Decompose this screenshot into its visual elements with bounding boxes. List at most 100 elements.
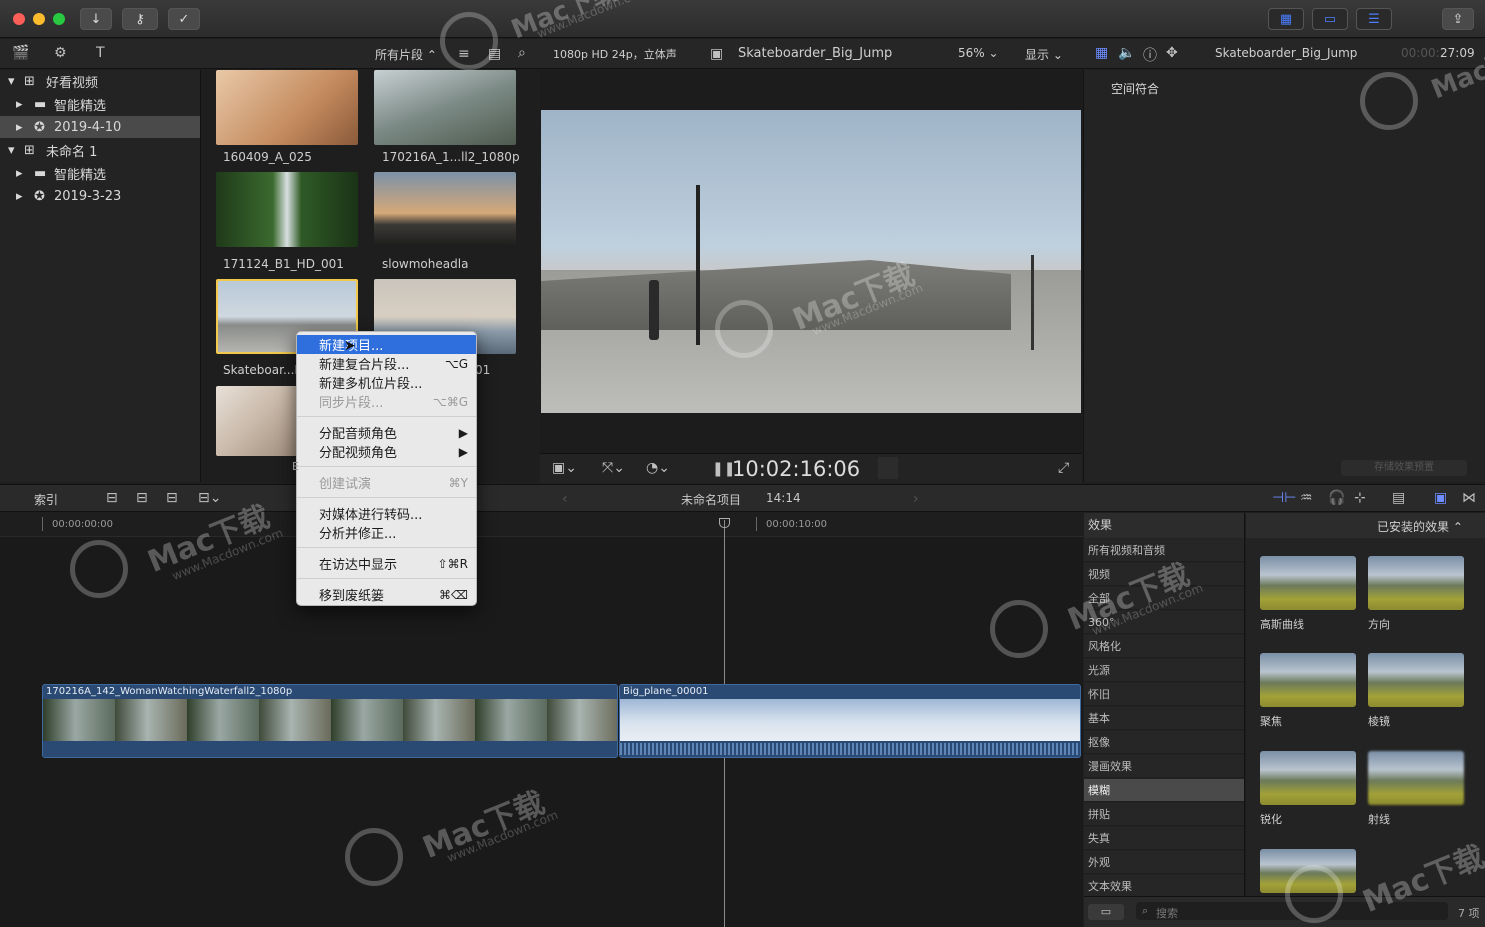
menu-item-new-project[interactable]: 新建项目...: [297, 335, 476, 354]
effect-category-item[interactable]: 风格化: [1084, 635, 1244, 658]
download-icon: ↓: [90, 11, 102, 27]
transform-tool-icon[interactable]: ⤧⌄: [602, 460, 625, 476]
library-item[interactable]: ▸ ▬ 智能精选: [0, 93, 200, 115]
background-tasks-button[interactable]: ✓: [168, 8, 200, 30]
menu-item-assign-video-roles[interactable]: 分配视频角色 ▶: [297, 442, 476, 462]
effect-thumbnail[interactable]: [1260, 653, 1356, 707]
clip-thumbnail[interactable]: [374, 70, 516, 145]
headphones-icon[interactable]: 🎧: [1328, 490, 1345, 506]
disclosure-closed-icon[interactable]: ▸: [16, 97, 34, 112]
effect-category-item[interactable]: 外观: [1084, 851, 1244, 874]
share-button[interactable]: ⇪: [1442, 8, 1474, 30]
display-dropdown[interactable]: 显示 ⌄: [1025, 46, 1063, 63]
watermark-logo: [345, 828, 403, 886]
effect-category-item[interactable]: 怀旧: [1084, 683, 1244, 706]
zoom-window-button[interactable]: [53, 13, 65, 25]
disclosure-closed-icon[interactable]: ▸: [16, 166, 34, 181]
effect-category-item[interactable]: 失真: [1084, 827, 1244, 850]
effect-category-item[interactable]: 基本: [1084, 707, 1244, 730]
connect-icon[interactable]: ⊟: [166, 490, 178, 506]
library-item[interactable]: ▾ ⊞ 未命名 1: [0, 139, 200, 161]
library-item[interactable]: ▸ ▬ 智能精选: [0, 162, 200, 184]
effect-thumbnail[interactable]: [1260, 751, 1356, 805]
effect-category-item[interactable]: 模糊: [1084, 779, 1244, 802]
video-inspector-icon[interactable]: ▦: [1095, 45, 1108, 61]
photos-audio-icon[interactable]: ⚙: [54, 45, 67, 61]
minimize-window-button[interactable]: [33, 13, 45, 25]
clip-thumbnail[interactable]: [374, 172, 516, 247]
timeline-clip[interactable]: 170216A_142_WomanWatchingWaterfall2_1080…: [42, 684, 618, 758]
disclosure-closed-icon[interactable]: ▸: [16, 189, 34, 204]
playhead-handle[interactable]: [719, 518, 730, 528]
keyword-button[interactable]: ⚷: [122, 8, 158, 30]
chevron-right-icon[interactable]: ›: [913, 491, 919, 507]
zoom-dropdown[interactable]: 56% ⌄: [958, 46, 999, 60]
clip-thumbnail[interactable]: [216, 172, 358, 247]
effect-category-item[interactable]: 漫画效果: [1084, 755, 1244, 778]
library-item[interactable]: ▸ ✪ 2019-4-10: [0, 116, 200, 138]
effect-thumbnail[interactable]: [1260, 556, 1356, 610]
show-inspector-button[interactable]: ☰: [1356, 8, 1392, 30]
menu-item-sync-clips[interactable]: 同步片段... ⌥⌘G: [297, 392, 476, 412]
chevron-left-icon[interactable]: ‹: [562, 491, 568, 507]
effect-label: 聚焦: [1260, 715, 1282, 728]
show-timeline-button[interactable]: ▭: [1312, 8, 1348, 30]
menu-item-new-compound-clip[interactable]: 新建复合片段... ⌥G: [297, 354, 476, 374]
disclosure-open-icon[interactable]: ▾: [8, 143, 24, 158]
effect-category-item[interactable]: 光源: [1084, 659, 1244, 682]
audio-skimming-icon[interactable]: ♒: [1300, 490, 1313, 506]
menu-item-assign-audio-roles[interactable]: 分配音频角色 ▶: [297, 423, 476, 443]
menu-item-create-audition[interactable]: 创建试演 ⌘Y: [297, 473, 476, 493]
close-window-button[interactable]: [13, 13, 25, 25]
clip-thumbnail[interactable]: [216, 70, 358, 145]
libraries-icon[interactable]: 🎬: [12, 45, 29, 61]
mouse-cursor-icon: ➤: [344, 338, 356, 354]
effect-category-item[interactable]: 抠像: [1084, 731, 1244, 754]
insert-icon[interactable]: ⊟: [136, 490, 148, 506]
effect-label: 射线: [1368, 813, 1390, 826]
menu-item-analyze-fix[interactable]: 分析并修正...: [297, 523, 476, 542]
info-icon[interactable]: ⓘ: [1143, 45, 1157, 65]
effect-thumbnail[interactable]: [1368, 556, 1464, 610]
installed-effects-dropdown[interactable]: 已安装的效果 ⌃: [1377, 518, 1463, 535]
save-preset-button[interactable]: 存储效果预置: [1341, 460, 1467, 476]
audio-inspector-icon[interactable]: 🔈: [1118, 45, 1135, 61]
effect-thumbnail[interactable]: [1368, 653, 1464, 707]
overwrite-icon[interactable]: ⊟⌄: [198, 490, 221, 506]
effects-browser-icon[interactable]: ▣: [1434, 490, 1447, 506]
clip-appearance-icon[interactable]: ▤: [1392, 490, 1405, 506]
menu-item-transcode-media[interactable]: 对媒体进行转码...: [297, 504, 476, 523]
menu-item-new-multicam-clip[interactable]: 新建多机位片段...: [297, 373, 476, 392]
effect-label: 棱镜: [1368, 715, 1390, 728]
transform-icon[interactable]: ✥: [1166, 45, 1178, 61]
clip-filter-dropdown[interactable]: 所有片段 ⌃: [375, 46, 437, 63]
viewer: [540, 70, 1082, 482]
menu-item-reveal-in-finder[interactable]: 在访达中显示 ⇧⌘R: [297, 554, 476, 574]
skimming-icon[interactable]: ⊣⊢: [1272, 490, 1296, 506]
menu-item-move-to-trash[interactable]: 移到废纸篓 ⌘⌫: [297, 585, 476, 605]
library-item-label: 未命名 1: [46, 144, 98, 160]
search-icon[interactable]: ⌕: [518, 45, 526, 61]
effect-category-item[interactable]: 文本效果: [1084, 875, 1244, 898]
effect-thumbnail[interactable]: [1368, 751, 1464, 805]
effect-category-item[interactable]: 拼贴: [1084, 803, 1244, 826]
library-icon: ⊞: [24, 142, 35, 158]
sidebar-toggle-icon[interactable]: ▭: [1088, 904, 1124, 920]
search-icon: ⌕: [1142, 904, 1149, 917]
snapping-icon[interactable]: ⊹: [1354, 490, 1366, 506]
speed-icon[interactable]: ◔⌄: [646, 460, 670, 476]
index-button[interactable]: 索引: [34, 491, 58, 508]
fullscreen-icon[interactable]: ⤢: [1058, 460, 1069, 476]
append-icon[interactable]: ⊟: [106, 490, 118, 506]
disclosure-open-icon[interactable]: ▾: [8, 74, 24, 89]
view-options-icon[interactable]: ▣⌄: [552, 460, 577, 476]
disclosure-closed-icon[interactable]: ▸: [16, 120, 34, 135]
show-browser-button[interactable]: ▦: [1268, 8, 1304, 30]
library-item[interactable]: ▸ ✪ 2019-3-23: [0, 185, 200, 207]
titles-generators-icon[interactable]: T: [96, 45, 105, 61]
library-item[interactable]: ▾ ⊞ 好看视频: [0, 70, 200, 92]
import-button[interactable]: ↓: [80, 8, 112, 30]
timeline-clip[interactable]: Big_plane_00001: [619, 684, 1081, 758]
clip-thumbnail[interactable]: [216, 386, 300, 456]
transitions-browser-icon[interactable]: ⋈: [1462, 490, 1476, 506]
